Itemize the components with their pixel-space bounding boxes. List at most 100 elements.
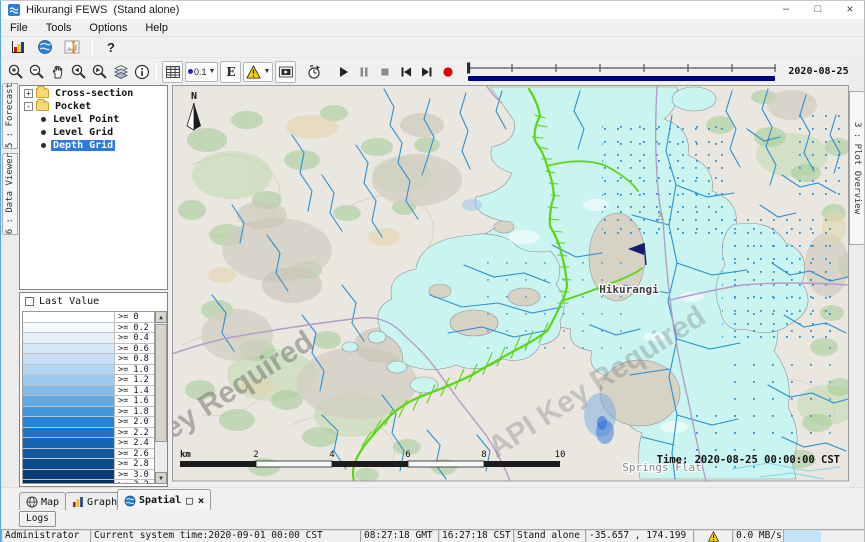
- step-back-button[interactable]: [395, 61, 416, 83]
- pan-button[interactable]: [47, 61, 68, 83]
- legend-row[interactable]: >= 0.4: [23, 333, 164, 344]
- zoom-next-button[interactable]: [89, 61, 110, 83]
- spatial-display-button[interactable]: [34, 36, 55, 58]
- legend-row[interactable]: >= 2.8: [23, 459, 164, 470]
- town-label: Hikurangi: [599, 283, 659, 296]
- collapse-icon[interactable]: -: [24, 102, 33, 111]
- legend-row[interactable]: >= 1.6: [23, 396, 164, 407]
- menu-options[interactable]: Options: [80, 20, 136, 36]
- tab-forecast[interactable]: 5 : Forecast: [2, 83, 18, 149]
- tree-item-pocket[interactable]: - Pocket: [20, 100, 167, 112]
- layers-button[interactable]: [110, 61, 131, 83]
- legend-title: Last Value: [39, 296, 99, 307]
- record-button[interactable]: [437, 61, 458, 83]
- warning-icon: [246, 65, 261, 79]
- contour-interval-dropdown[interactable]: 0.1 ▼: [185, 62, 218, 82]
- data-viewer-panel: + Cross-section - Pocket Level Point Lev…: [19, 85, 169, 487]
- logs-row: Logs: [1, 510, 865, 529]
- legend-row[interactable]: >= 1.8: [23, 407, 164, 418]
- profile-tool-button[interactable]: [61, 36, 82, 58]
- animation-export-button[interactable]: [275, 61, 296, 83]
- time-slider[interactable]: [466, 61, 780, 83]
- map-panel: API Key Required API Key Required Hikura…: [172, 85, 849, 487]
- legend-row[interactable]: >= 1.4: [23, 386, 164, 397]
- tab-graph[interactable]: Graph: [65, 492, 124, 511]
- menu-help[interactable]: Help: [136, 20, 177, 36]
- map-toolbar: 0.1 ▼ E ▼: [1, 57, 865, 85]
- elevation-button[interactable]: E: [220, 61, 241, 83]
- close-button[interactable]: ×: [834, 1, 865, 19]
- status-gmt-time: 08:27:18 GMT: [360, 529, 438, 542]
- tab-map[interactable]: Map: [19, 492, 66, 511]
- tree-item-level-point[interactable]: Level Point: [20, 113, 167, 125]
- tree-item-depth-grid[interactable]: Depth Grid: [20, 139, 167, 151]
- legend-row[interactable]: >= 0.2: [23, 323, 164, 334]
- content-area: 5 : Forecast 6 : Data Viewer + Cross-sec…: [1, 85, 865, 487]
- legend-panel: Last Value >= 0 >= 0.2 >= 0.4 >= 0.6 >= …: [19, 292, 168, 487]
- status-system-time: Current system time:2020-09-01 00:00 CST: [90, 529, 360, 542]
- legend-row[interactable]: >= 0.6: [23, 344, 164, 355]
- play-button[interactable]: [332, 61, 353, 83]
- node-icon: [41, 117, 46, 122]
- time-slider-handle[interactable]: [467, 62, 470, 73]
- legend-row[interactable]: >= 3.2: [23, 480, 164, 484]
- legend-row[interactable]: >= 2.4: [23, 438, 164, 449]
- zoom-previous-button[interactable]: [68, 61, 89, 83]
- tab-data-viewer[interactable]: 6 : Data Viewer: [2, 153, 18, 235]
- help-button[interactable]: ?: [103, 40, 119, 55]
- left-tab-strip: 5 : Forecast 6 : Data Viewer: [1, 85, 19, 487]
- zoom-previous-icon: [70, 63, 88, 81]
- animation-settings-button[interactable]: [303, 61, 324, 83]
- frame-close-icon[interactable]: ×: [198, 494, 205, 507]
- pause-icon: [355, 63, 373, 81]
- legend-row[interactable]: >= 2.0: [23, 417, 164, 428]
- globe-icon: [124, 495, 136, 507]
- legend-row[interactable]: >= 2.6: [23, 449, 164, 460]
- legend-row[interactable]: >= 2.2: [23, 428, 164, 439]
- expand-icon[interactable]: +: [24, 89, 33, 98]
- maximize-button[interactable]: □: [802, 1, 834, 19]
- legend-row[interactable]: >= 1.2: [23, 375, 164, 386]
- legend-row[interactable]: >= 1.0: [23, 365, 164, 376]
- stop-button[interactable]: [374, 61, 395, 83]
- minimize-button[interactable]: –: [770, 1, 802, 19]
- info-button[interactable]: [131, 61, 152, 83]
- toolbar-separator: [156, 63, 157, 81]
- frame-maximize-icon[interactable]: □: [186, 494, 193, 507]
- pause-button[interactable]: [353, 61, 374, 83]
- scroll-up-icon[interactable]: ▲: [155, 311, 167, 323]
- scale-unit: km: [180, 450, 191, 460]
- color-swatch: [23, 428, 115, 439]
- bar-chart-icon: [72, 496, 84, 508]
- zoom-in-button[interactable]: [5, 61, 26, 83]
- filter-tree: + Cross-section - Pocket Level Point Lev…: [19, 85, 168, 290]
- logs-button[interactable]: Logs: [19, 511, 56, 527]
- legend-row[interactable]: >= 3.0: [23, 470, 164, 481]
- window-title: Hikurangi FEWS (Stand alone): [26, 4, 770, 16]
- tree-item-level-grid[interactable]: Level Grid: [20, 126, 167, 138]
- scrollbar-thumb[interactable]: [155, 324, 167, 442]
- tab-spatial[interactable]: Spatial □ ×: [117, 489, 211, 511]
- last-value-checkbox[interactable]: [25, 297, 34, 306]
- menu-tools[interactable]: Tools: [37, 20, 81, 36]
- scroll-down-icon[interactable]: ▼: [155, 472, 167, 484]
- database-viewer-button[interactable]: [7, 36, 28, 58]
- color-swatch: [23, 396, 115, 407]
- right-tab-strip: 3 : Plot Overview: [849, 57, 865, 487]
- grid-display-button[interactable]: [162, 61, 183, 83]
- menu-file[interactable]: File: [1, 20, 37, 36]
- legend-row[interactable]: >= 0: [23, 312, 164, 323]
- tree-item-cross-section[interactable]: + Cross-section: [20, 87, 167, 99]
- timer-icon: [305, 63, 323, 81]
- zoom-out-button[interactable]: [26, 61, 47, 83]
- warning-dropdown[interactable]: ▼: [243, 62, 273, 82]
- legend-scrollbar[interactable]: ▲ ▼: [154, 311, 167, 484]
- map-canvas[interactable]: API Key Required API Key Required Hikura…: [172, 85, 849, 487]
- tab-plot-overview[interactable]: 3 : Plot Overview: [849, 91, 865, 245]
- svg-text:8: 8: [481, 450, 486, 460]
- legend-row[interactable]: >= 0.8: [23, 354, 164, 365]
- color-swatch: [23, 459, 115, 470]
- status-warning-cell[interactable]: [693, 529, 732, 542]
- step-forward-button[interactable]: [416, 61, 437, 83]
- bottom-tab-bar: Map Graph Spatial □ ×: [1, 487, 865, 510]
